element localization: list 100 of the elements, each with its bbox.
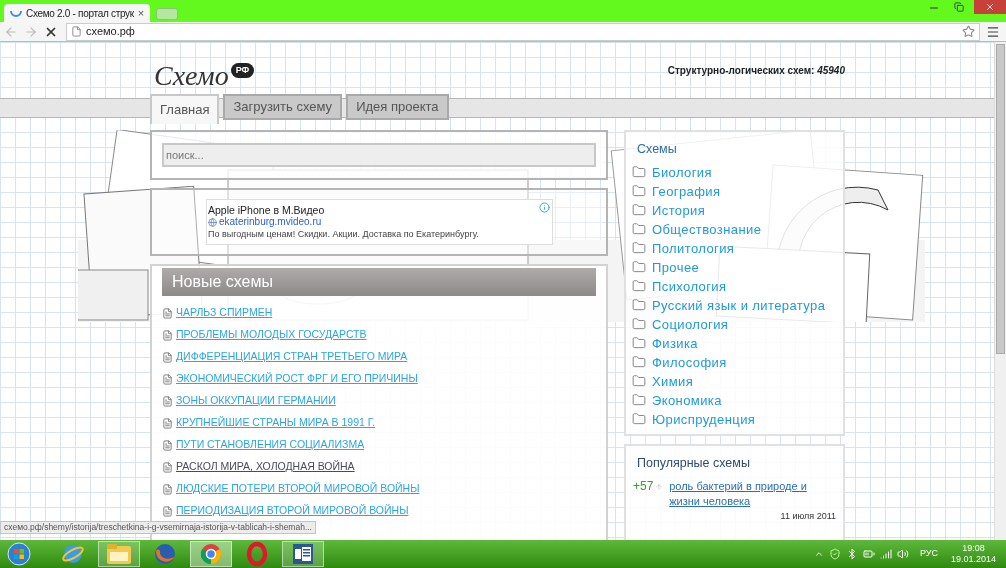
- globe-icon: [208, 217, 217, 227]
- tab-close-button[interactable]: ×: [137, 7, 145, 19]
- document-icon: [162, 483, 173, 495]
- folder-icon: [631, 165, 647, 180]
- folder-icon: [631, 355, 647, 370]
- taskbar-app[interactable]: [282, 541, 324, 567]
- category-link[interactable]: Социология: [652, 314, 729, 334]
- document-icon: [291, 542, 315, 566]
- document-icon: [162, 307, 173, 319]
- category-link[interactable]: Русский язык и литература: [652, 295, 826, 315]
- folder-icon: [631, 393, 647, 408]
- nav-tab[interactable]: Загрузить схему: [223, 94, 343, 120]
- taskbar-app[interactable]: [190, 541, 232, 567]
- category-link[interactable]: Психология: [652, 276, 727, 296]
- ad-title[interactable]: Apple iPhone в М.Видео: [208, 204, 551, 216]
- page-icon: [71, 26, 82, 37]
- category-link[interactable]: Политология: [652, 238, 735, 258]
- logo-badge: РФ: [230, 63, 255, 78]
- shield-check-icon[interactable]: [828, 548, 841, 560]
- folder-icon: [631, 336, 647, 351]
- battery-icon[interactable]: [862, 548, 875, 560]
- scheme-link[interactable]: ЛЮДСКИЕ ПОТЕРИ ВТОРОЙ МИРОВОЙ ВОЙНЫ: [176, 481, 420, 497]
- search-field[interactable]: поиск...: [162, 143, 596, 167]
- category-link[interactable]: Прочее: [652, 257, 700, 277]
- address-bar[interactable]: схемо.рф: [66, 22, 980, 41]
- scrollbar-thumb[interactable]: [996, 44, 1005, 354]
- document-icon: [162, 373, 173, 385]
- category-link[interactable]: Обществознание: [652, 219, 762, 239]
- category-link[interactable]: География: [652, 181, 721, 201]
- folder-icon: [631, 241, 647, 256]
- close-icon: [985, 2, 995, 12]
- document-icon: [162, 395, 173, 407]
- volume-icon[interactable]: [896, 548, 909, 560]
- nav-tab[interactable]: Главная: [150, 94, 220, 124]
- category-link[interactable]: История: [652, 200, 706, 220]
- folder-icon: [631, 260, 647, 275]
- folder-icon: [631, 184, 647, 199]
- scheme-counter: Структурно-логических схем: 45940: [667, 63, 845, 78]
- document-icon: [162, 351, 173, 363]
- category-link[interactable]: Физика: [652, 333, 698, 353]
- nav-tab[interactable]: Идея проекта: [346, 94, 449, 120]
- document-icon: [162, 439, 173, 451]
- folder-icon: [631, 298, 647, 313]
- folder-icon: [631, 374, 647, 389]
- tab-title: Схемо 2.0 - портал струк: [26, 6, 134, 21]
- new-tab-button[interactable]: [156, 8, 179, 20]
- scheme-link[interactable]: ЭКОНОМИЧЕСКИЙ РОСТ ФРГ И ЕГО ПРИЧИНЫ: [176, 371, 418, 387]
- tray-expand-icon[interactable]: [813, 549, 824, 559]
- score: +57: [633, 478, 654, 493]
- chrome-circle-icon: [199, 542, 223, 566]
- category-link[interactable]: Философия: [652, 352, 727, 372]
- category-link[interactable]: Химия: [652, 371, 694, 391]
- scheme-link[interactable]: ЗОНЫ ОККУПАЦИИ ГЕРМАНИИ: [176, 393, 336, 409]
- back-icon[interactable]: [4, 24, 18, 39]
- status-url: схемо.рф/shemy/istorija/treschetkina-i-g-vsemirnaja-istorija-v-tablicah-i-shemah...: [4, 521, 312, 534]
- folder-icon: [631, 222, 647, 237]
- category-link[interactable]: Биология: [652, 162, 712, 182]
- scheme-link[interactable]: РАСКОЛ МИРА, ХОЛОДНАЯ ВОЙНА: [176, 459, 355, 475]
- scheme-link[interactable]: ПЕРИОДИЗАЦИЯ ВТОРОЙ МИРОВОЙ ВОЙНЫ: [176, 503, 409, 519]
- folder-icon: [631, 412, 647, 427]
- ad-url[interactable]: ekaterinburg.mvideo.ru: [219, 216, 322, 228]
- categories-title: Схемы: [637, 141, 678, 158]
- globe-icon: [61, 542, 85, 566]
- popular-link[interactable]: роль бактерий в природе и жизни человека: [669, 478, 836, 509]
- category-link[interactable]: Юриспруденция: [652, 409, 756, 429]
- fox-globe-icon: [153, 542, 177, 566]
- close-button[interactable]: [974, 0, 1006, 14]
- section-title: Новые схемы: [172, 272, 273, 292]
- input-language[interactable]: РУС: [919, 547, 938, 561]
- info-icon[interactable]: [539, 202, 550, 213]
- scheme-link[interactable]: ПУТИ СТАНОВЛЕНИЯ СОЦИАЛИЗМА: [176, 437, 365, 453]
- scheme-link[interactable]: ПРОБЛЕМЫ МОЛОДЫХ ГОСУДАРСТВ: [176, 327, 367, 343]
- url-text: схемо.рф: [86, 24, 136, 40]
- popular-title: Популярные схемы: [637, 455, 751, 472]
- restore-icon[interactable]: [954, 2, 964, 12]
- scheme-date: 11 июля 2011: [779, 509, 836, 523]
- folder-icon: [631, 317, 647, 332]
- document-icon: [162, 505, 173, 517]
- ad-block[interactable]: Apple iPhone в М.Видео ekaterinburg.mvideo.ru По выгодным ценам! Скидки. Акции. Доставка по Екатеринбургу.: [206, 199, 553, 245]
- logo-text[interactable]: Схемо: [154, 62, 229, 90]
- bookmark-star-icon[interactable]: [962, 25, 975, 38]
- ad-text: По выгодным ценам! Скидки. Акции. Доставка по Екатеринбургу.: [208, 228, 480, 240]
- document-icon: [162, 461, 173, 473]
- browser-tab[interactable]: Схемо 2.0 - портал струк ×: [4, 4, 151, 22]
- document-icon: [162, 329, 173, 341]
- scheme-link[interactable]: КРУПНЕЙШИЕ СТРАНЫ МИРА В 1991 Г.: [176, 415, 376, 431]
- ring-icon: [245, 542, 269, 566]
- start-button[interactable]: [4, 541, 34, 567]
- category-link[interactable]: Экономика: [652, 390, 722, 410]
- scheme-link[interactable]: ЧАРЛЬЗ СПИРМЕН: [176, 305, 273, 321]
- loading-spinner-icon: [10, 9, 22, 17]
- folder-icon: [106, 543, 132, 565]
- scheme-link[interactable]: ДИФФЕРЕНЦИАЦИЯ СТРАН ТРЕТЬЕГО МИРА: [176, 349, 408, 365]
- menu-icon[interactable]: [986, 24, 1000, 39]
- scrollbar[interactable]: [994, 42, 1006, 540]
- document-icon: [162, 417, 173, 429]
- folder-icon: [631, 279, 647, 294]
- forward-icon[interactable]: [24, 24, 38, 39]
- folder-icon: [631, 203, 647, 218]
- clock[interactable]: 19:08 19.01.2014: [950, 543, 996, 565]
